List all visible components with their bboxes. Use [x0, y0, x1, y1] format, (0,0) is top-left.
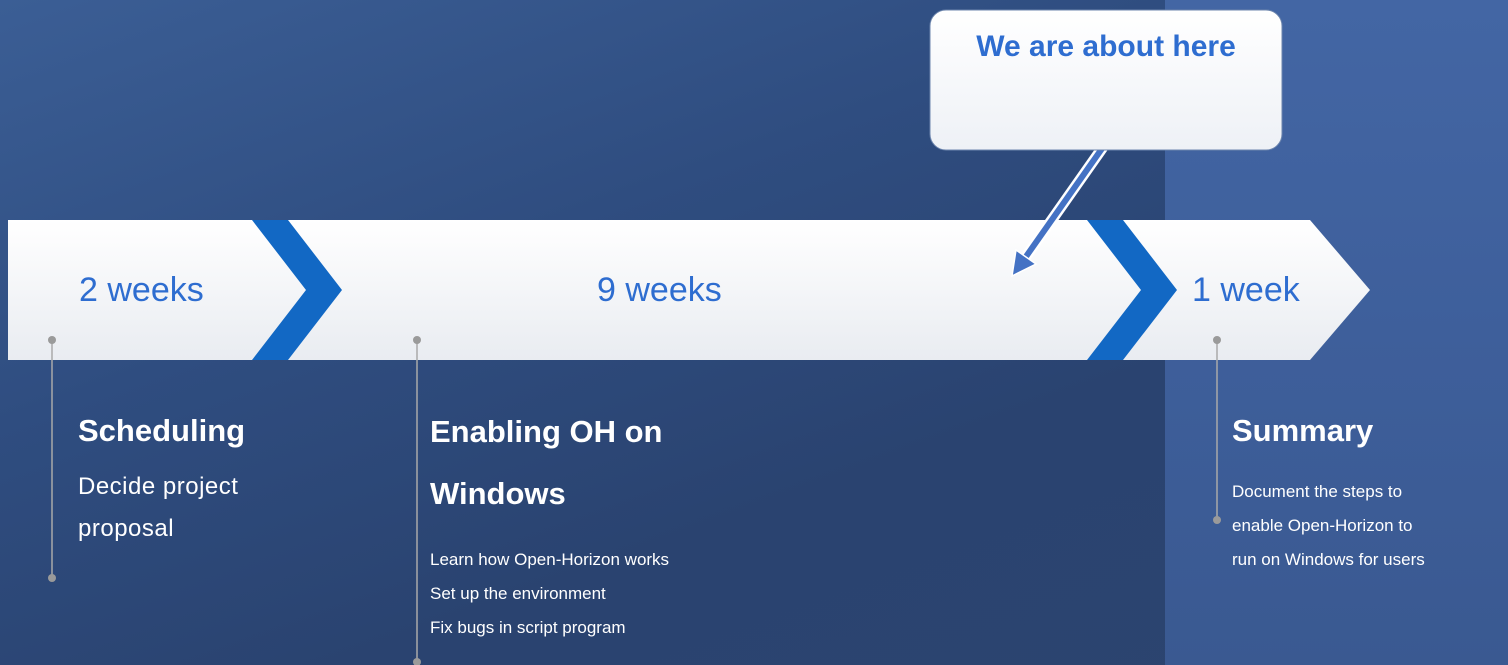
callout-text: We are about here: [976, 30, 1236, 63]
connector-summary: [1213, 336, 1221, 524]
phase-desc-scheduling: Decide project proposal: [78, 466, 238, 550]
desc-line: enable Open-Horizon to: [1232, 516, 1413, 535]
phase-desc-enabling: Learn how Open-Horizon works Set up the …: [430, 543, 669, 645]
connector-enabling: [413, 336, 421, 665]
duration-enabling: 9 weeks: [597, 271, 722, 309]
desc-line: proposal: [78, 515, 175, 542]
desc-line: Learn how Open-Horizon works: [430, 550, 670, 569]
phase-title-enabling: Enabling OH on Windows: [430, 414, 663, 511]
phase-title-scheduling: Scheduling: [78, 413, 246, 448]
connector-scheduling: [48, 336, 56, 582]
phase-desc-summary: Document the steps to enable Open-Horizo…: [1232, 475, 1425, 577]
desc-line: Decide project: [78, 473, 239, 500]
duration-scheduling: 2 weeks: [79, 271, 204, 309]
desc-line: Set up the environment: [430, 584, 606, 603]
desc-line: Fix bugs in script program: [430, 618, 626, 637]
duration-summary: 1 week: [1192, 271, 1300, 309]
phase-title-summary: Summary: [1232, 413, 1374, 448]
desc-line: Document the steps to: [1232, 482, 1403, 501]
desc-line: run on Windows for users: [1232, 550, 1425, 569]
